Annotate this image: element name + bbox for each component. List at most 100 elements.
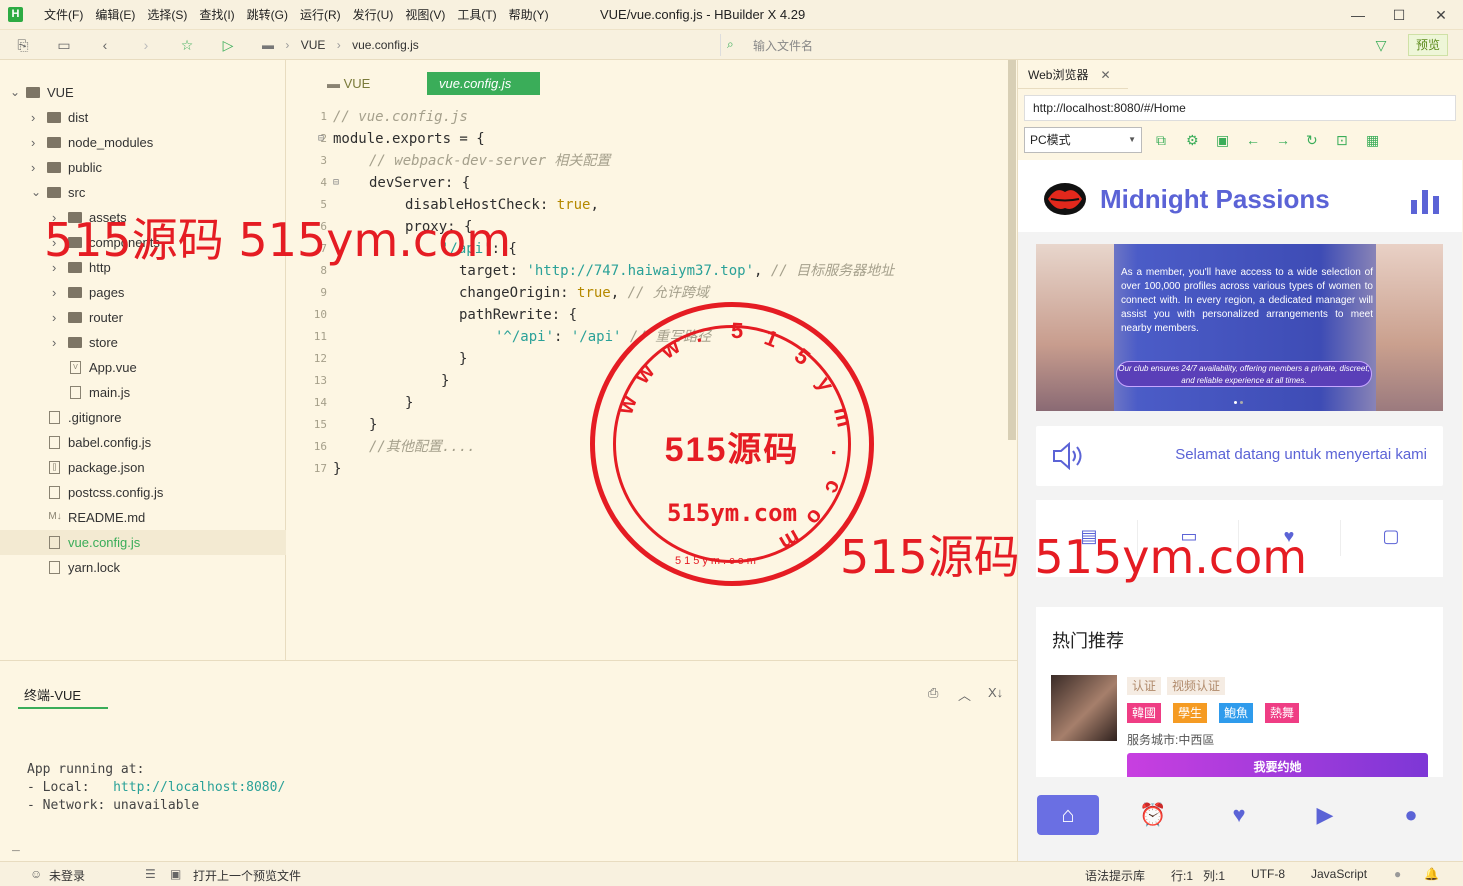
tree-item[interactable]: yarn.lock <box>0 555 286 580</box>
menu-item[interactable]: 跳转(G) <box>241 0 294 30</box>
tree-item[interactable]: › pages <box>0 280 286 305</box>
menu-item[interactable]: 发行(U) <box>347 0 400 30</box>
tree-item[interactable]: › store <box>0 330 286 355</box>
vip-card-icon[interactable]: ▢ <box>1378 526 1404 546</box>
arrow-left-icon[interactable]: ← <box>1246 132 1260 148</box>
star-icon[interactable]: ☆ <box>178 36 196 54</box>
qr-icon[interactable]: ▦ <box>1366 132 1379 149</box>
tab-alarm[interactable]: ⏰ <box>1122 795 1184 835</box>
fold-icon[interactable]: ⊟ <box>333 172 339 194</box>
console-icon[interactable]: ▣ <box>1216 132 1229 149</box>
list-icon[interactable]: ☰ <box>145 867 156 881</box>
tree-item[interactable]: V App.vue <box>0 355 286 380</box>
promo-banner[interactable]: As a member, you'll have access to a wid… <box>1036 244 1443 411</box>
close-button[interactable]: ✕ <box>1421 0 1461 30</box>
refresh-icon[interactable]: ↻ <box>1306 132 1318 149</box>
tree-item[interactable]: [] package.json <box>0 455 286 480</box>
tree-item[interactable]: › router <box>0 305 286 330</box>
carousel-dot[interactable] <box>1234 401 1237 404</box>
arrow-right-icon[interactable]: → <box>1276 132 1290 148</box>
code-line[interactable]: 4 ⊟ devServer: { <box>301 172 1001 194</box>
menu-item[interactable]: 选择(S) <box>141 0 193 30</box>
bar-chart-icon[interactable] <box>1411 188 1441 214</box>
mode-select[interactable]: PC模式 ▼ <box>1024 127 1142 153</box>
menu-item[interactable]: 工具(T) <box>451 0 502 30</box>
save-icon[interactable]: ▭ <box>55 36 73 54</box>
code-line[interactable]: 10 pathRewrite: { <box>301 304 1001 326</box>
chevron-right-icon[interactable]: › <box>31 130 41 155</box>
menu-item[interactable]: 视图(V) <box>399 0 451 30</box>
chevron-right-icon[interactable]: › <box>52 305 62 330</box>
tab-profile[interactable]: ● <box>1380 795 1442 835</box>
tab-video[interactable]: ▶ <box>1294 795 1356 835</box>
fold-icon[interactable]: ⊟ <box>318 128 324 150</box>
chevron-down-icon[interactable]: ⌄ <box>31 180 41 205</box>
tree-item[interactable]: M↓ README.md <box>0 505 286 530</box>
tab-favorites[interactable]: ♥ <box>1208 795 1270 835</box>
url-input[interactable]: http://localhost:8080/#/Home <box>1024 95 1456 121</box>
menu-item[interactable]: 编辑(E) <box>89 0 141 30</box>
local-url-link[interactable]: http://localhost:8080/ <box>113 780 285 795</box>
chevron-right-icon[interactable]: › <box>52 280 62 305</box>
close-icon[interactable]: ✕ <box>1100 68 1110 82</box>
tree-item[interactable]: › node_modules <box>0 130 286 155</box>
code-line[interactable]: 3// webpack-dev-server 相关配置 <box>301 150 1001 172</box>
close-terminal-icon[interactable]: X↓ <box>988 685 1003 700</box>
run-icon[interactable]: ▷ <box>219 36 237 54</box>
tree-item[interactable]: vue.config.js <box>0 530 286 555</box>
menu-item[interactable]: 查找(I) <box>193 0 240 30</box>
preview-button[interactable]: 预览 <box>1408 34 1448 56</box>
filter-icon[interactable]: ▽ <box>1372 36 1390 54</box>
code-line[interactable]: 2 ⊟ module.exports = { <box>301 128 1001 150</box>
login-status[interactable]: 未登录 <box>49 867 85 884</box>
open-last-preview[interactable]: 打开上一个预览文件 <box>193 867 301 884</box>
editor-scrollbar[interactable] <box>1008 60 1016 440</box>
language-mode[interactable]: JavaScript <box>1311 867 1367 881</box>
lock-icon[interactable]: ⊡ <box>1336 132 1348 149</box>
breadcrumb-project[interactable]: VUE <box>301 38 326 52</box>
breadcrumb-file[interactable]: vue.config.js <box>352 38 419 52</box>
syntax-hint[interactable]: 语法提示库 <box>1085 867 1145 884</box>
date-her-button[interactable]: 我要约她 <box>1127 753 1428 777</box>
chevron-up-icon[interactable]: ︿ <box>958 685 971 704</box>
tree-item[interactable]: babel.config.js <box>0 430 286 455</box>
chevron-right-icon[interactable]: › <box>31 155 41 180</box>
new-file-icon[interactable]: ⎘ <box>14 36 32 54</box>
chevron-right-icon[interactable]: › <box>52 330 62 355</box>
tab-web-browser[interactable]: Web浏览器 ✕ <box>1028 66 1111 83</box>
tab-terminal[interactable]: 终端-VUE <box>24 685 81 704</box>
cursor-position[interactable]: 行:1 列:1 <box>1171 867 1225 884</box>
chevron-right-icon[interactable]: › <box>31 105 41 130</box>
tab-vue-config[interactable]: vue.config.js <box>427 72 540 95</box>
menu-item[interactable]: 帮助(Y) <box>503 0 555 30</box>
tree-item[interactable]: › public <box>0 155 286 180</box>
back-icon[interactable]: ‹ <box>96 36 114 54</box>
tree-item[interactable]: ⌄ VUE <box>0 80 286 105</box>
open-external-icon[interactable]: ⧉ <box>1156 132 1166 149</box>
tab-project-folder[interactable]: ▬ VUE <box>327 72 370 95</box>
menu-item[interactable]: 运行(R) <box>294 0 347 30</box>
code-line[interactable]: 9 changeOrigin: true, // 允许跨域 <box>301 282 1001 304</box>
preview-icon[interactable]: ▣ <box>170 867 181 881</box>
carousel-dot[interactable] <box>1240 401 1243 404</box>
menu-item[interactable]: 文件(F) <box>38 0 89 30</box>
tab-home[interactable]: ⌂ <box>1037 795 1099 835</box>
profile-avatar[interactable] <box>1051 675 1117 741</box>
code-line[interactable]: 1// vue.config.js <box>301 106 1001 128</box>
bell-icon[interactable]: 🔔 <box>1424 867 1439 881</box>
notification-icon[interactable]: ● <box>1394 867 1401 881</box>
export-icon[interactable]: ⎙ <box>928 685 938 701</box>
tree-item[interactable]: .gitignore <box>0 405 286 430</box>
forward-icon[interactable]: › <box>137 36 155 54</box>
tree-item[interactable]: postcss.config.js <box>0 480 286 505</box>
encoding[interactable]: UTF-8 <box>1251 867 1285 881</box>
tree-item[interactable]: ⌄ src <box>0 180 286 205</box>
minimize-button[interactable]: — <box>1338 0 1378 30</box>
terminal-cursor[interactable]: _ <box>12 837 20 852</box>
maximize-button[interactable]: ☐ <box>1379 0 1419 30</box>
file-search-input[interactable]: ⌕ 输入文件名 <box>720 34 1400 56</box>
gear-icon[interactable]: ⚙ <box>1186 132 1199 149</box>
chevron-down-icon[interactable]: ⌄ <box>10 80 20 105</box>
tree-item[interactable]: main.js <box>0 380 286 405</box>
tree-item[interactable]: › dist <box>0 105 286 130</box>
